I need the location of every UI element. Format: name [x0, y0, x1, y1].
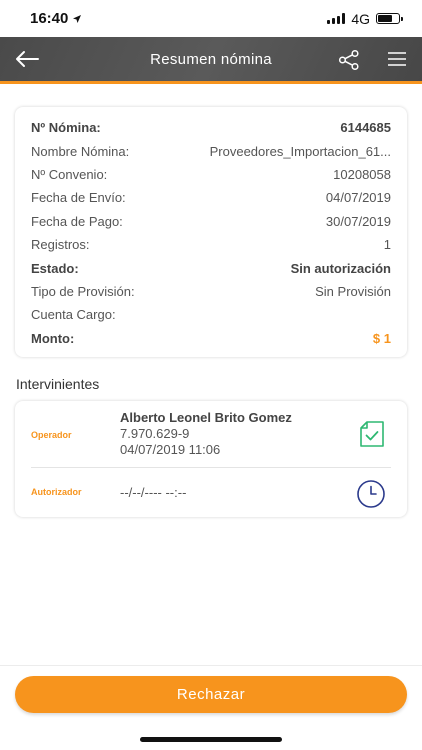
label-convenio: Nº Convenio: — [31, 166, 108, 182]
value-estado: Sin autorización — [290, 260, 391, 276]
clock-text: 16:40 — [30, 10, 69, 27]
status-indicators: 4G — [327, 10, 403, 27]
document-check-icon — [360, 421, 384, 447]
hamburger-menu-icon[interactable] — [388, 51, 406, 67]
authorizer-row: Autorizador --/--/---- --:-- — [15, 468, 407, 517]
value-monto: $ 1 — [372, 330, 391, 346]
app-header: Resumen nómina — [0, 37, 422, 84]
value-tipo-provision: Sin Provisión — [315, 283, 391, 299]
status-bar: 16:40 4G — [0, 0, 422, 37]
label-nombre-nomina: Nombre Nómina: — [31, 143, 130, 159]
value-convenio: 10208058 — [333, 166, 391, 182]
bottom-separator — [0, 665, 422, 666]
authorizer-info: --/--/---- --:-- — [120, 485, 186, 501]
label-fecha-envio: Fecha de Envío: — [31, 190, 126, 206]
signal-icon — [327, 13, 346, 24]
share-icon[interactable] — [338, 49, 360, 71]
clock-icon — [357, 480, 385, 508]
value-nombre-nomina: Proveedores_Importacion_61... — [209, 143, 391, 159]
authorizer-datetime: --/--/---- --:-- — [120, 485, 187, 500]
row-nombre-nomina: Nombre Nómina: Proveedores_Importacion_6… — [31, 139, 391, 162]
value-fecha-pago: 30/07/2019 — [325, 213, 391, 229]
summary-card: Nº Nómina: 6144685 Nombre Nómina: Provee… — [15, 107, 407, 357]
operator-datetime: 04/07/2019 11:06 — [120, 442, 221, 457]
home-indicator[interactable] — [140, 737, 282, 742]
reject-button[interactable]: Rechazar — [15, 676, 407, 713]
label-tipo-provision: Tipo de Provisión: — [31, 283, 135, 299]
operator-role: Operador — [31, 430, 72, 440]
row-numero-nomina: Nº Nómina: 6144685 — [31, 116, 391, 139]
status-time: 16:40 — [30, 10, 82, 27]
operator-row: Operador Alberto Leonel Brito Gomez 7.97… — [15, 401, 407, 467]
operator-name: Alberto Leonel Brito Gomez — [120, 410, 292, 425]
location-arrow-icon — [73, 14, 82, 23]
network-label: 4G — [351, 10, 370, 27]
intervinientes-title: Intervinientes — [16, 376, 100, 392]
battery-icon — [376, 13, 403, 24]
value-numero-nomina: 6144685 — [340, 120, 391, 136]
label-registros: Registros: — [31, 237, 90, 253]
row-registros: Registros: 1 — [31, 233, 391, 256]
operator-rut: 7.970.629-9 — [120, 426, 190, 441]
authorizer-role: Autorizador — [31, 487, 82, 497]
intervinientes-card: Operador Alberto Leonel Brito Gomez 7.97… — [15, 401, 407, 517]
row-fecha-pago: Fecha de Pago: 30/07/2019 — [31, 210, 391, 233]
row-fecha-envio: Fecha de Envío: 04/07/2019 — [31, 186, 391, 209]
label-estado: Estado: — [31, 260, 79, 276]
row-convenio: Nº Convenio: 10208058 — [31, 163, 391, 186]
label-monto: Monto: — [31, 330, 75, 346]
back-arrow-icon[interactable] — [14, 48, 40, 70]
operator-info: Alberto Leonel Brito Gomez 7.970.629-9 0… — [120, 410, 292, 458]
label-cuenta-cargo: Cuenta Cargo: — [31, 307, 116, 323]
row-tipo-provision: Tipo de Provisión: Sin Provisión — [31, 280, 391, 303]
value-registros: 1 — [383, 237, 391, 253]
value-fecha-envio: 04/07/2019 — [325, 190, 391, 206]
label-numero-nomina: Nº Nómina: — [31, 120, 101, 136]
row-estado: Estado: Sin autorización — [31, 256, 391, 279]
row-monto: Monto: $ 1 — [31, 327, 391, 350]
row-cuenta-cargo: Cuenta Cargo: — [31, 303, 391, 326]
label-fecha-pago: Fecha de Pago: — [31, 213, 123, 229]
